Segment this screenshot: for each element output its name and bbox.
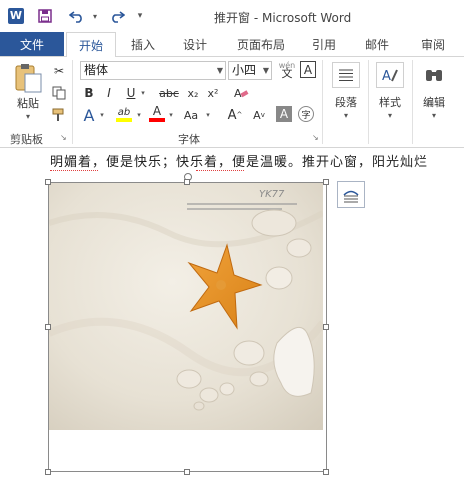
spelling-underline <box>196 168 244 171</box>
text-effects-dropdown-icon[interactable]: ▾ <box>97 106 107 124</box>
resize-handle-bottom-left[interactable] <box>45 469 51 475</box>
divider <box>368 60 369 144</box>
chevron-down-icon: ▼ <box>262 66 269 75</box>
editing-dropdown-icon[interactable]: ▾ <box>428 110 440 120</box>
styles-icon[interactable]: A <box>376 62 404 88</box>
font-dialog-launcher-icon[interactable]: ↘ <box>312 133 319 142</box>
underline-dropdown-icon[interactable]: ▾ <box>138 84 148 102</box>
resize-handle-bottom-right[interactable] <box>323 469 329 475</box>
chevron-down-icon: ▼ <box>216 66 223 75</box>
change-case-dropdown-icon[interactable]: ▾ <box>203 106 213 124</box>
phonetic-guide-icon[interactable]: wén 文 <box>277 61 297 79</box>
undo-dropdown-icon[interactable]: ▾ <box>90 7 100 25</box>
italic-button[interactable]: I <box>100 84 118 102</box>
undo-icon[interactable] <box>66 7 88 25</box>
highlight-button[interactable]: ab <box>114 104 134 122</box>
word-app-icon[interactable]: W <box>8 8 24 24</box>
font-color-button[interactable]: A <box>148 104 166 122</box>
layout-options-button[interactable] <box>337 181 365 208</box>
font-color-dropdown-icon[interactable]: ▾ <box>166 106 176 124</box>
paste-icon[interactable] <box>12 62 46 94</box>
resize-handle-top[interactable] <box>184 179 190 185</box>
resize-handle-right[interactable] <box>323 324 329 330</box>
spelling-underline <box>50 168 98 171</box>
paste-button[interactable]: 粘贴 <box>10 95 46 111</box>
customize-quick-access-icon[interactable]: ▾ <box>134 7 146 25</box>
character-shading-button[interactable]: A <box>276 106 292 122</box>
paragraph-icon[interactable] <box>332 62 360 88</box>
tab-mailings[interactable]: 邮件 <box>354 32 400 56</box>
paragraph-dropdown-icon[interactable]: ▾ <box>340 110 352 120</box>
text-effects-button[interactable]: A <box>80 106 98 125</box>
divider <box>72 60 73 144</box>
resize-handle-left[interactable] <box>45 324 51 330</box>
superscript-button[interactable]: x² <box>204 84 222 102</box>
font-group-label: 字体 <box>178 133 200 146</box>
resize-handle-top-right[interactable] <box>323 179 329 185</box>
copy-icon[interactable] <box>50 84 68 102</box>
bold-button[interactable]: B <box>80 84 98 102</box>
tab-review[interactable]: 审阅 <box>410 32 456 56</box>
format-painter-icon[interactable] <box>50 106 68 124</box>
resize-handle-bottom[interactable] <box>184 469 190 475</box>
grow-font-button[interactable]: A ^ <box>226 106 244 124</box>
tab-home[interactable]: 开始 <box>66 32 116 57</box>
enclose-characters-button[interactable]: 字 <box>298 106 314 122</box>
tab-design[interactable]: 设计 <box>172 32 218 56</box>
subscript-button[interactable]: x₂ <box>184 84 202 102</box>
redo-icon[interactable] <box>106 7 128 25</box>
binoculars-icon[interactable] <box>420 62 448 88</box>
svg-text:A: A <box>234 87 242 100</box>
styles-dropdown-icon[interactable]: ▾ <box>384 110 396 120</box>
editing-button[interactable]: 编辑 <box>416 94 452 110</box>
window-title: 推开窗 - Microsoft Word <box>214 11 352 25</box>
character-border-icon[interactable]: A <box>300 61 316 78</box>
styles-button[interactable]: 样式 <box>372 94 408 110</box>
font-name-select[interactable]: 楷体 ▼ <box>80 61 226 80</box>
save-icon[interactable] <box>36 7 54 25</box>
highlight-dropdown-icon[interactable]: ▾ <box>134 106 144 124</box>
layout-options-icon <box>343 190 359 202</box>
tab-insert[interactable]: 插入 <box>122 32 164 56</box>
divider <box>322 60 323 144</box>
shrink-font-button[interactable]: Av <box>250 106 268 124</box>
clipboard-group-label: 剪贴板 <box>10 133 43 146</box>
divider <box>412 60 413 144</box>
tab-page-layout[interactable]: 页面布局 <box>226 32 296 56</box>
svg-text:A: A <box>382 69 391 83</box>
picture-selection-frame <box>48 182 327 472</box>
strikethrough-button[interactable]: abc <box>156 84 182 102</box>
clear-formatting-icon[interactable]: A <box>232 84 250 102</box>
paragraph-button[interactable]: 段落 <box>328 94 364 110</box>
paste-dropdown-icon[interactable]: ▾ <box>16 110 40 122</box>
cut-icon[interactable]: ✂ <box>50 62 68 80</box>
clipboard-dialog-launcher-icon[interactable]: ↘ <box>60 133 67 142</box>
change-case-button[interactable]: Aa <box>180 106 202 124</box>
resize-handle-top-left[interactable] <box>45 179 51 185</box>
font-size-select[interactable]: 小四 ▼ <box>228 61 272 80</box>
tab-references[interactable]: 引用 <box>302 32 346 56</box>
tab-file[interactable]: 文件 <box>0 32 64 56</box>
